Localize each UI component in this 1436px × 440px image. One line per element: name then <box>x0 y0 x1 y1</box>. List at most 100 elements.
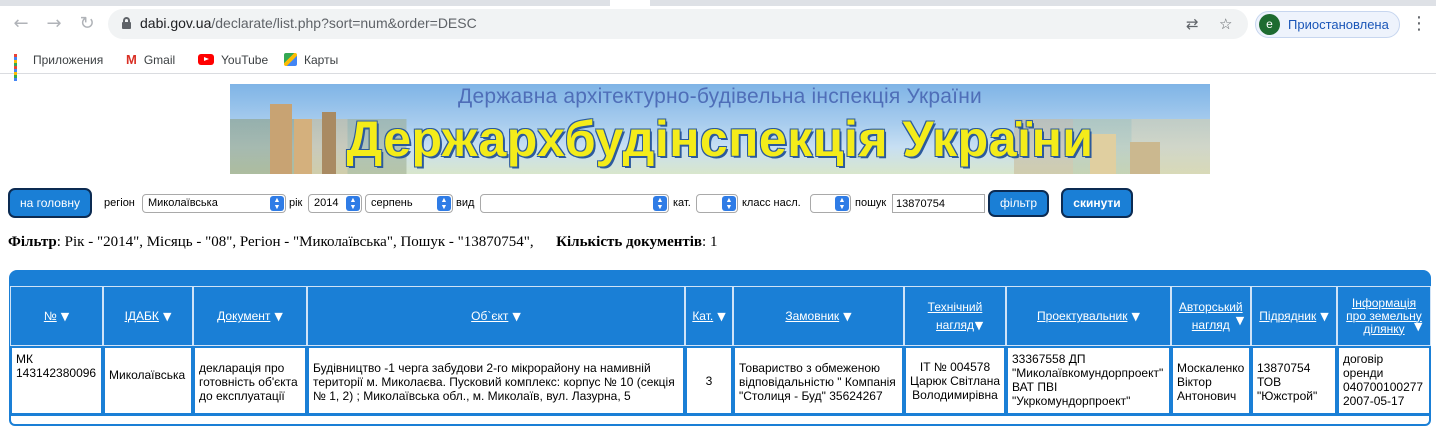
filter-summary-text: : Рік - "2014", Місяць - "08", Регіон - … <box>56 234 534 250</box>
sort-down-icon[interactable]: ▼ <box>717 310 725 323</box>
sort-down-icon[interactable]: ▼ <box>163 310 171 323</box>
profile-button[interactable]: e Приостановлена <box>1255 11 1400 38</box>
profile-status-label: Приостановлена <box>1288 17 1389 32</box>
home-button[interactable]: на головну <box>8 188 92 218</box>
sort-down-icon[interactable]: ▼ <box>1414 320 1422 333</box>
kind-label: вид <box>456 197 475 209</box>
url-path: /declarate/list.php?sort=num&order=DESC <box>211 15 477 31</box>
select-arrows-icon: ▲ ▼ <box>346 196 360 211</box>
column-header-author-supervision[interactable]: Авторський нагляд ▼ <box>1171 286 1251 346</box>
class-select[interactable]: ▲ ▼ <box>810 194 851 213</box>
category-label: кат. <box>673 197 691 209</box>
year-select-value: 2014 <box>314 197 339 209</box>
column-header-idabk[interactable]: ІДАБК ▼ <box>103 286 193 346</box>
sort-down-icon[interactable]: ▼ <box>843 310 851 323</box>
filter-button[interactable]: фільтр <box>988 190 1049 217</box>
bookmark-youtube[interactable]: YouTube <box>198 52 268 70</box>
cell-number: МК 143142380096 <box>10 346 103 415</box>
kebab-menu-icon[interactable]: ⋮ <box>1410 13 1428 34</box>
url-text[interactable]: dabi.gov.ua/declarate/list.php?sort=num&… <box>140 15 477 31</box>
sort-link-designer[interactable]: Проектувальник <box>1037 309 1127 323</box>
document-count-value: : 1 <box>702 234 718 250</box>
search-input[interactable] <box>892 194 985 213</box>
column-header-land-info[interactable]: Інформація про земельну ділянку <box>1337 286 1431 346</box>
bookmark-label: YouTube <box>221 52 269 67</box>
column-header-tech-supervision[interactable]: Технічний нагляд ▼ <box>904 286 1006 346</box>
select-arrows-icon: ▲ ▼ <box>722 196 736 211</box>
column-header-object[interactable]: Об`єкт ▼ <box>307 286 685 346</box>
browser-toolbar: ← → ↻ dabi.gov.ua/declarate/list.php?sor… <box>0 0 1436 48</box>
site-banner: Державна архітектурно-будівельна інспекц… <box>230 84 1210 174</box>
region-select-value: Миколаївська <box>148 197 218 209</box>
tab-strip <box>0 0 1436 6</box>
sort-link-idabk[interactable]: ІДАБК <box>125 309 159 323</box>
sort-link-object[interactable]: Об`єкт <box>471 309 508 323</box>
sort-link-category[interactable]: Кат. <box>692 309 713 323</box>
url-host: dabi.gov.ua <box>140 15 212 31</box>
document-count-label: Кількість документів <box>556 234 703 250</box>
cell-document: декларація про готовність об'єкта до екс… <box>193 346 307 415</box>
banner-subtitle: Державна архітектурно-будівельна інспекц… <box>458 85 982 108</box>
bookmark-label: Приложения <box>33 52 104 67</box>
back-arrow-icon[interactable]: ← <box>10 13 32 35</box>
filter-summary: Фільтр: Рік - "2014", Місяць - "08", Рег… <box>8 234 717 251</box>
apps-grid-icon <box>14 53 26 81</box>
column-header-category[interactable]: Кат. ▼ <box>685 286 733 346</box>
sort-down-icon[interactable]: ▼ <box>61 310 69 323</box>
month-select-value: серпень <box>371 197 413 209</box>
youtube-icon <box>198 54 214 66</box>
select-arrows-icon: ▲ ▼ <box>437 196 451 211</box>
category-select[interactable]: ▲ ▼ <box>696 194 738 213</box>
bookmarks-bar: Приложения M Gmail YouTube Карты <box>0 48 1436 81</box>
bookmark-maps[interactable]: Карты <box>284 52 338 70</box>
reset-button[interactable]: скинути <box>1061 188 1133 218</box>
cell-contractor: 13870754 ТОВ "Южстрой" <box>1251 346 1337 415</box>
filter-summary-label: Фільтр <box>8 234 57 250</box>
class-label: класс насл. <box>742 197 801 209</box>
bookmark-star-icon[interactable]: ☆ <box>1219 15 1232 33</box>
region-select[interactable]: Миколаївська ▲ ▼ <box>142 194 286 213</box>
bookmark-label: Gmail <box>143 52 176 67</box>
select-arrows-icon: ▲ ▼ <box>270 196 284 211</box>
cell-idabk: Миколаївська <box>103 346 193 415</box>
column-header-designer[interactable]: Проектувальник ▼ <box>1006 286 1171 346</box>
sort-link-author-supervision[interactable]: Авторський нагляд <box>1178 298 1244 334</box>
maps-icon <box>284 53 297 67</box>
bookmark-label: Карты <box>304 52 339 67</box>
column-header-document[interactable]: Документ ▼ <box>193 286 307 346</box>
sort-down-icon[interactable]: ▼ <box>512 310 520 323</box>
column-header-customer[interactable]: Замовник ▼ <box>733 286 904 346</box>
reload-icon[interactable]: ↻ <box>76 13 98 35</box>
banner-title: Держархбудінспекція України <box>346 111 1094 167</box>
address-bar[interactable]: dabi.gov.ua/declarate/list.php?sort=num&… <box>108 9 1248 39</box>
table-footer <box>11 416 1429 424</box>
sort-down-icon[interactable]: ▼ <box>975 317 983 335</box>
search-label: пошук <box>855 197 887 209</box>
sort-down-icon[interactable]: ▼ <box>1131 310 1139 323</box>
bookmark-gmail[interactable]: M Gmail <box>126 52 175 70</box>
month-select[interactable]: серпень ▲ ▼ <box>365 194 453 213</box>
column-header-contractor[interactable]: Підрядник ▼ <box>1251 286 1337 346</box>
lock-icon[interactable] <box>122 17 131 29</box>
sort-link-contractor[interactable]: Підрядник <box>1259 309 1316 323</box>
cell-land-info: договір оренди 040700100277 2007-05-17 <box>1337 346 1431 415</box>
avatar: e <box>1259 14 1280 35</box>
sort-down-icon[interactable]: ▼ <box>1320 310 1328 323</box>
bookmark-apps[interactable]: Приложения <box>14 52 104 81</box>
sort-link-customer[interactable]: Замовник <box>785 309 839 323</box>
kind-select[interactable]: ▲ ▼ <box>480 194 669 213</box>
column-header-number[interactable]: № ▼ <box>10 286 103 346</box>
sort-down-icon[interactable]: ▼ <box>274 310 282 323</box>
year-select[interactable]: 2014 ▲ ▼ <box>308 194 362 213</box>
cell-customer: Товариство з обмеженою відповідальністю … <box>733 346 904 415</box>
sort-link-document[interactable]: Документ <box>217 309 270 323</box>
cell-designer: 33367558 ДП "Миколаївкомундорпроект" ВАТ… <box>1006 346 1171 415</box>
region-label: регіон <box>104 197 135 209</box>
gmail-icon: M <box>126 52 137 68</box>
forward-arrow-icon[interactable]: → <box>43 13 65 35</box>
translate-icon[interactable]: ⇄ <box>1186 15 1199 33</box>
sort-link-number[interactable]: № <box>44 309 57 323</box>
sort-down-icon[interactable]: ▼ <box>1236 312 1244 330</box>
select-arrows-icon: ▲ ▼ <box>653 196 667 211</box>
year-label: рік <box>289 197 303 209</box>
